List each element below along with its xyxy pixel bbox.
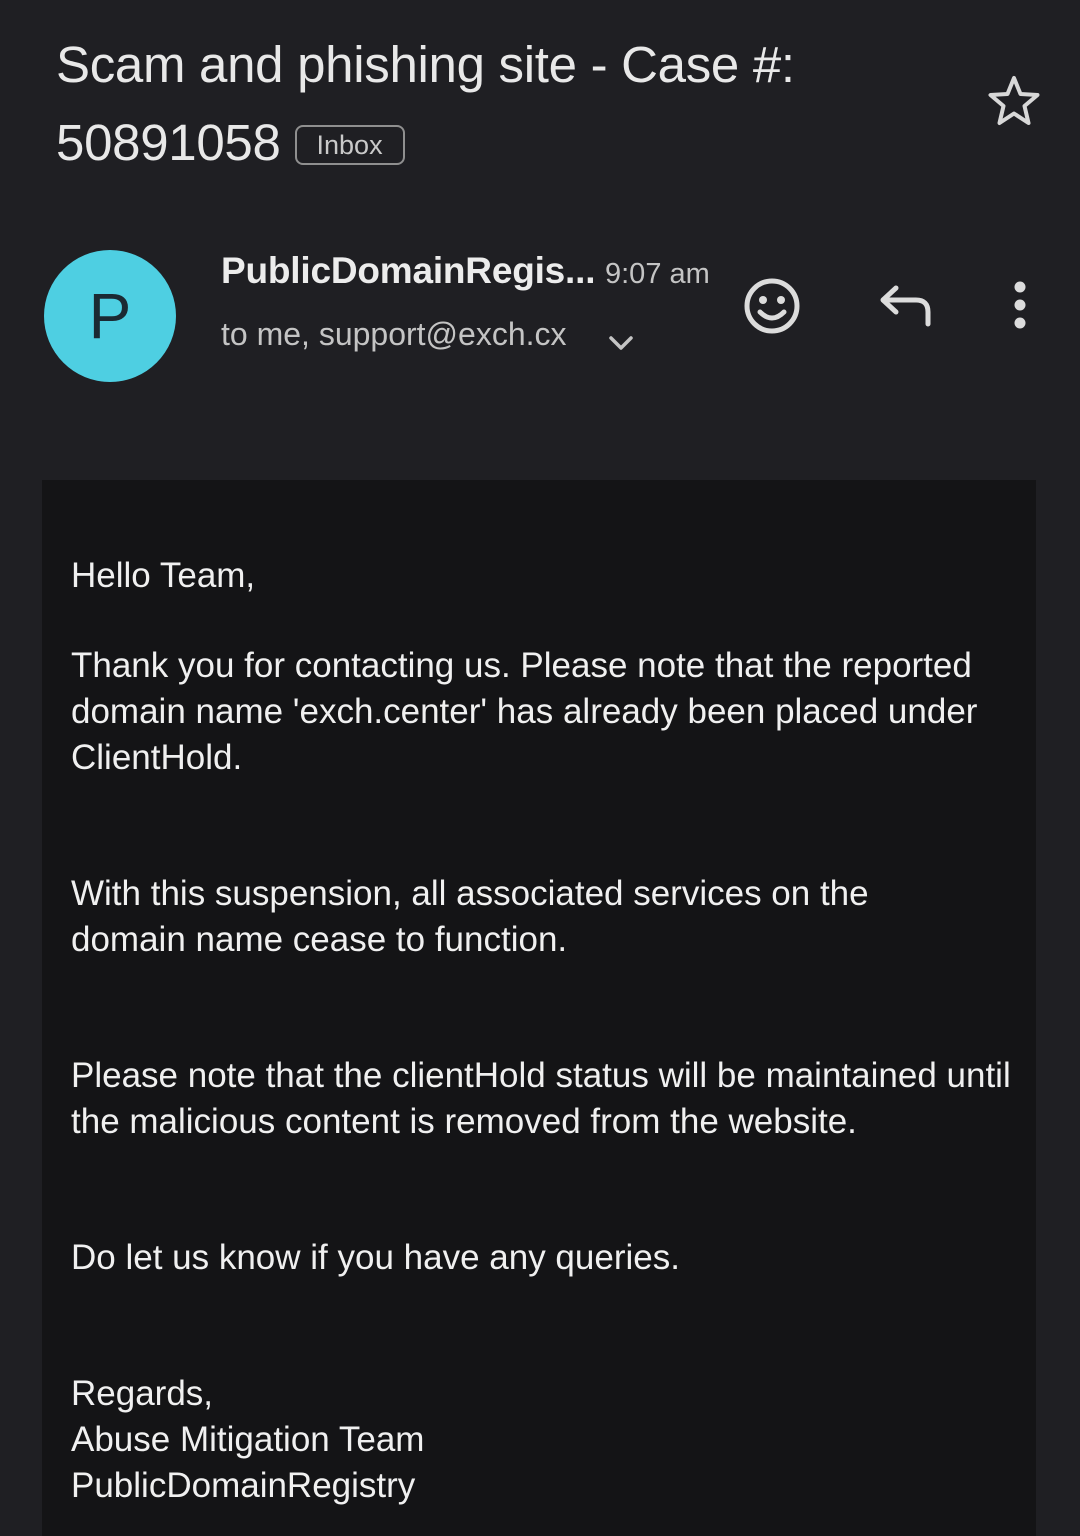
recipients-summary[interactable]: to me, support@exch.cx — [221, 316, 567, 353]
sender-avatar[interactable]: P — [44, 250, 176, 382]
body-paragraph-1: Thank you for contacting us. Please note… — [71, 646, 978, 777]
body-paragraph-4: Do let us know if you have any queries. — [71, 1238, 680, 1277]
sender-name[interactable]: PublicDomainRegis... — [221, 250, 595, 292]
chevron-down-icon[interactable] — [604, 326, 638, 360]
more-vert-icon[interactable] — [998, 276, 1042, 336]
body-paragraph-3: Please note that the clientHold status w… — [71, 1056, 1011, 1141]
subject-line-1: Scam and phishing site - Case #: — [56, 36, 795, 93]
email-subject: Scam and phishing site - Case #: 5089105… — [56, 26, 956, 182]
inbox-label-chip[interactable]: Inbox — [294, 125, 405, 165]
reply-icon[interactable] — [872, 276, 936, 336]
body-signoff: Regards, — [71, 1374, 214, 1413]
body-paragraph-2: With this suspension, all associated ser… — [71, 874, 869, 959]
signature-org: PublicDomainRegistry — [71, 1466, 416, 1505]
add-reaction-icon[interactable] — [740, 274, 804, 338]
signature-team: Abuse Mitigation Team — [71, 1420, 425, 1459]
email-time: 9:07 am — [605, 258, 710, 290]
subject-line-2-row: 50891058 Inbox — [56, 104, 956, 182]
subject-case-number: 50891058 — [56, 114, 281, 171]
body-greeting: Hello Team, — [71, 556, 256, 595]
star-icon[interactable] — [984, 72, 1044, 132]
